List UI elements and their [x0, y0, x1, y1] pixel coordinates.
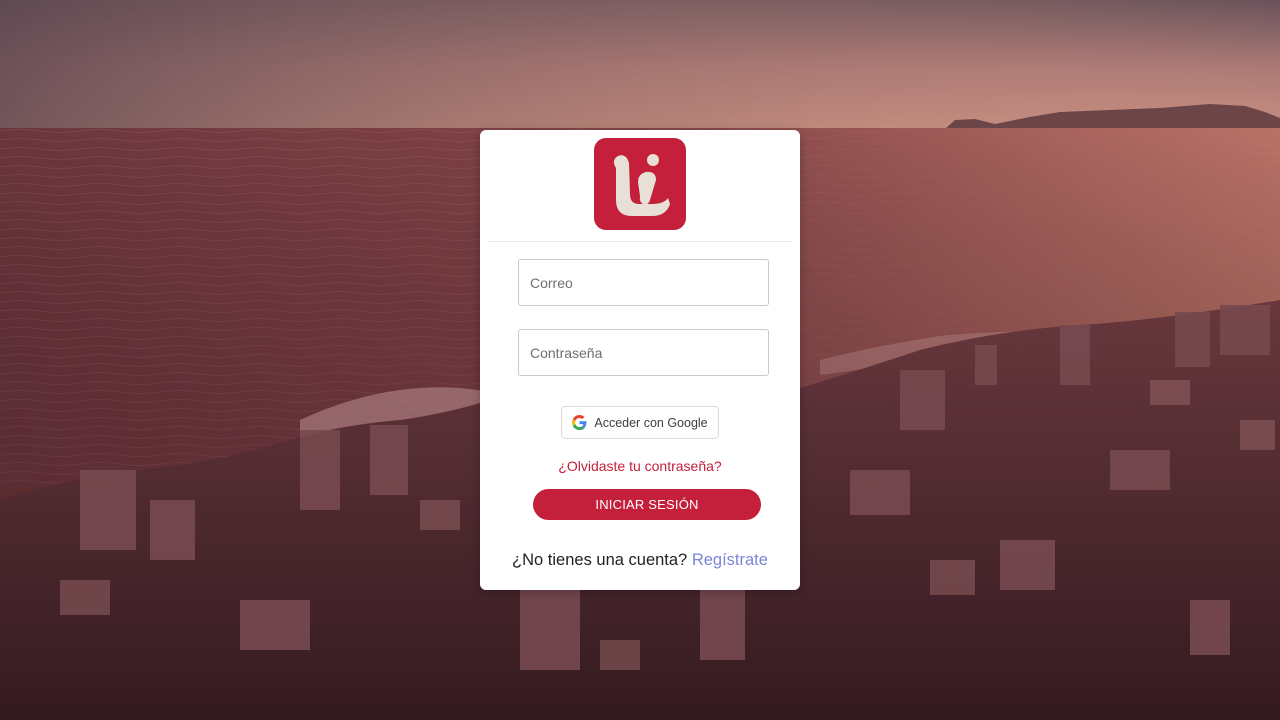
signup-prompt-text: ¿No tienes una cuenta?	[512, 551, 688, 569]
email-field[interactable]	[518, 259, 769, 306]
logo-header	[488, 130, 792, 242]
login-button[interactable]: INICIAR SESIÓN	[533, 489, 761, 520]
forgot-password-link[interactable]: ¿Olvidaste tu contraseña?	[480, 458, 800, 474]
signup-link[interactable]: Regístrate	[692, 551, 768, 569]
google-icon	[572, 415, 587, 430]
signup-prompt: ¿No tienes una cuenta? Regístrate	[480, 551, 800, 570]
google-signin-label: Acceder con Google	[594, 415, 708, 430]
google-signin-button[interactable]: Acceder con Google	[561, 406, 719, 439]
login-card: Acceder con Google ¿Olvidaste tu contras…	[480, 130, 800, 590]
password-field[interactable]	[518, 329, 769, 376]
brand-logo-icon	[594, 138, 686, 230]
